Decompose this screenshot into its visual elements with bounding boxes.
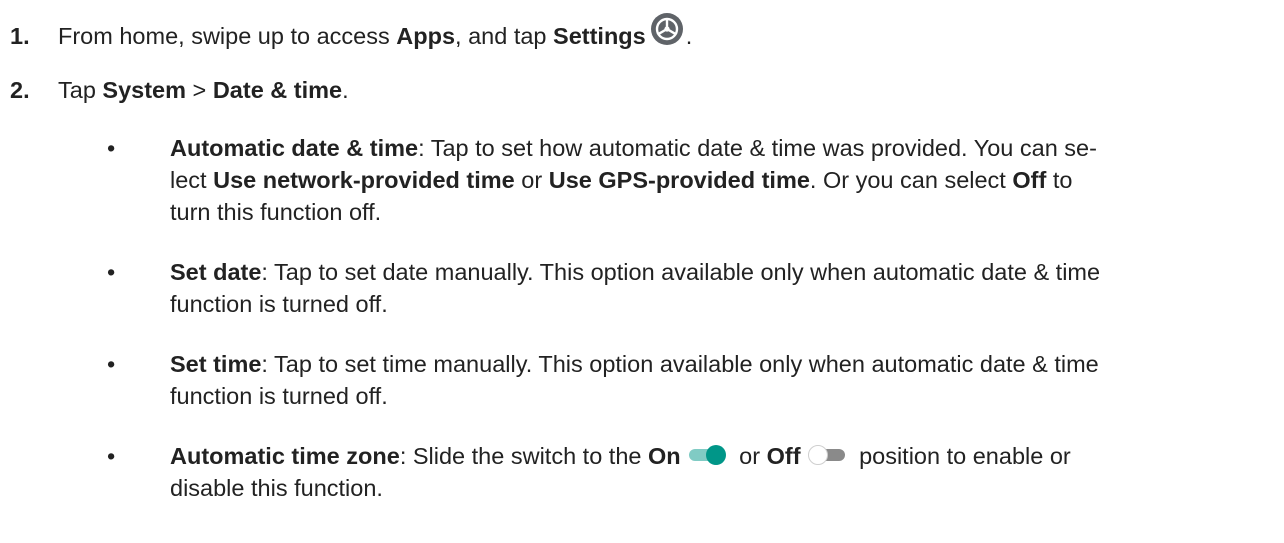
bullet-body: Automatic date & time: Tap to set how au… [170, 132, 1284, 228]
on-label: On [648, 443, 681, 469]
bullet-line: Automatic time zone: Slide the switch to… [170, 440, 1284, 472]
step-text-part: > [186, 77, 213, 103]
use-network-time-label: Use network-provided time [213, 167, 515, 193]
bullet-text: or [514, 167, 549, 193]
bullet-line: function is turned off. [170, 291, 388, 317]
step-text-part: From home, swipe up to access [58, 23, 397, 49]
bullet-body: Automatic time zone: Slide the switch to… [170, 440, 1284, 504]
bullet-text: : Tap to set date manually. This option … [261, 259, 1101, 285]
bullet-line: Set time: Tap to set time manually. This… [170, 348, 1284, 380]
bullet-text: : Tap to set time manually. This option … [261, 351, 1099, 377]
apps-label: Apps [396, 23, 456, 49]
bullet-body: Set date: Tap to set date manually. This… [170, 256, 1284, 320]
bullet-line: Set date: Tap to set date manually. This… [170, 256, 1284, 288]
step-2: 2. Tap System > Date & time. [10, 74, 349, 106]
bullet-marker: • [107, 351, 116, 377]
set-time-title: Set time [170, 351, 262, 377]
bullet-text: . Or you can select [809, 167, 1013, 193]
settings-gear-icon [650, 12, 684, 46]
toggle-on-icon [687, 442, 727, 465]
off-label: Off [1012, 167, 1047, 193]
bullet-text: : Tap to set how automatic date & time w… [418, 135, 1097, 161]
automatic-date-time-title: Automatic date & time [170, 135, 419, 161]
bullet-body: Set time: Tap to set time manually. This… [170, 348, 1284, 412]
set-date-title: Set date [170, 259, 262, 285]
toggle-off-icon [807, 442, 847, 465]
step-text-part: . [342, 77, 349, 103]
bullet-line: function is turned off. [170, 383, 388, 409]
bullet-text: or [732, 443, 767, 469]
bullet-marker: • [107, 135, 116, 161]
bullet-line: turn this function off. [170, 199, 382, 225]
step-text-part: . [685, 23, 693, 49]
step-text: Tap System > Date & time. [58, 74, 349, 106]
bullet-text: to [1046, 167, 1073, 193]
bullet-line: lect Use network-provided time or Use GP… [170, 164, 1284, 196]
system-label: System [102, 77, 187, 103]
date-time-label: Date & time [212, 77, 343, 103]
off-label: Off [766, 443, 801, 469]
instructions-document: 1. From home, swipe up to access Apps, an… [0, 0, 1284, 543]
bullet-text: position to enable or [852, 443, 1071, 469]
bullet-marker: • [107, 443, 116, 469]
bullet-line: Automatic date & time: Tap to set how au… [170, 132, 1284, 164]
step-number: 2. [10, 77, 30, 103]
automatic-time-zone-title: Automatic time zone [170, 443, 400, 469]
step-1: 1. From home, swipe up to access Apps, an… [10, 12, 692, 52]
use-gps-time-label: Use GPS-provided time [548, 167, 810, 193]
bullet-text: lect [170, 167, 214, 193]
step-text: From home, swipe up to access Apps, and … [58, 12, 692, 52]
bullet-marker: • [107, 259, 116, 285]
step-number: 1. [10, 23, 30, 49]
bullet-text: : Slide the switch to the [399, 443, 648, 469]
bullet-line: disable this function. [170, 475, 383, 501]
step-text-part: , and tap [455, 23, 554, 49]
step-text-part: Tap [58, 77, 103, 103]
settings-label: Settings [553, 23, 646, 49]
